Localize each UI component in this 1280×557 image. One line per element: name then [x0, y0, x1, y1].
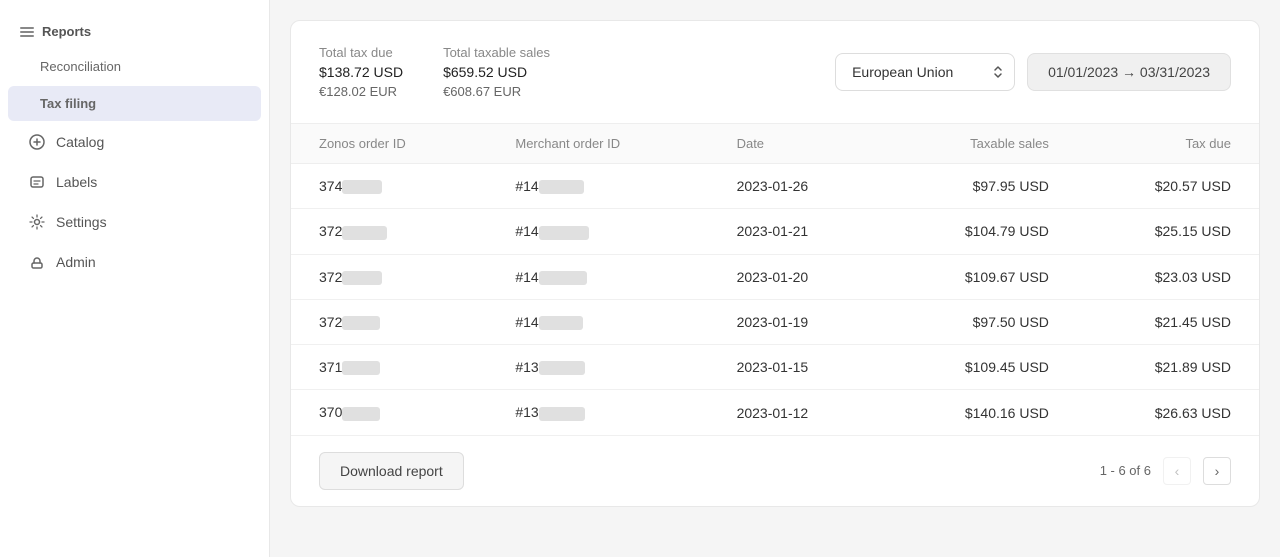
- sidebar-item-settings[interactable]: Settings: [8, 203, 261, 241]
- cell-tax-due: $26.63 USD: [1077, 390, 1259, 435]
- total-tax-due-usd: $138.72 USD: [319, 64, 403, 80]
- cell-merchant-id: #13████████: [487, 345, 708, 390]
- cell-taxable-sales: $104.79 USD: [884, 209, 1077, 254]
- sidebar-item-label: Labels: [56, 174, 97, 190]
- total-tax-due-label: Total tax due: [319, 45, 403, 60]
- cell-date: 2023-01-20: [709, 254, 885, 299]
- region-select-wrapper: European Union United States United King…: [835, 53, 1015, 91]
- orders-table-container: Zonos order ID Merchant order ID Date Ta…: [291, 123, 1259, 435]
- sidebar-section-label: Reports: [42, 24, 91, 39]
- catalog-icon: [28, 133, 46, 151]
- col-taxable-sales: Taxable sales: [884, 124, 1077, 164]
- total-taxable-sales: Total taxable sales $659.52 USD €608.67 …: [443, 45, 550, 99]
- labels-icon: [28, 173, 46, 191]
- cell-zonos-id: 372████████: [291, 254, 487, 299]
- sidebar-reports-header: Reports: [0, 16, 269, 47]
- total-taxable-sales-usd: $659.52 USD: [443, 64, 550, 80]
- table-header-row: Zonos order ID Merchant order ID Date Ta…: [291, 124, 1259, 164]
- region-select[interactable]: European Union United States United King…: [835, 53, 1015, 91]
- total-tax-due-eur: €128.02 EUR: [319, 84, 403, 99]
- download-report-button[interactable]: Download report: [319, 452, 464, 490]
- cell-taxable-sales: $109.67 USD: [884, 254, 1077, 299]
- orders-table: Zonos order ID Merchant order ID Date Ta…: [291, 123, 1259, 435]
- main-content: Total tax due $138.72 USD €128.02 EUR To…: [270, 0, 1280, 557]
- cell-taxable-sales: $97.50 USD: [884, 299, 1077, 344]
- cell-zonos-id: 370████████: [291, 390, 487, 435]
- admin-icon: [28, 253, 46, 271]
- reports-icon: [20, 27, 34, 37]
- cell-zonos-id: 374████████: [291, 164, 487, 209]
- filters: European Union United States United King…: [835, 53, 1231, 91]
- cell-taxable-sales: $140.16 USD: [884, 390, 1077, 435]
- pagination: 1 - 6 of 6 ‹ ›: [1100, 457, 1231, 485]
- cell-date: 2023-01-21: [709, 209, 885, 254]
- cell-tax-due: $25.15 USD: [1077, 209, 1259, 254]
- sidebar-item-label: Admin: [56, 254, 96, 270]
- table-row: 372████████ #14████████ 2023-01-19 $97.5…: [291, 299, 1259, 344]
- table-row: 370████████ #13████████ 2023-01-12 $140.…: [291, 390, 1259, 435]
- cell-tax-due: $20.57 USD: [1077, 164, 1259, 209]
- cell-date: 2023-01-26: [709, 164, 885, 209]
- cell-zonos-id: 371████████: [291, 345, 487, 390]
- col-date: Date: [709, 124, 885, 164]
- total-taxable-sales-eur: €608.67 EUR: [443, 84, 550, 99]
- cell-date: 2023-01-12: [709, 390, 885, 435]
- sidebar-item-label: Reconciliation: [40, 59, 121, 74]
- table-row: 374████████ #14████████ 2023-01-26 $97.9…: [291, 164, 1259, 209]
- cell-date: 2023-01-15: [709, 345, 885, 390]
- col-zonos-order-id: Zonos order ID: [291, 124, 487, 164]
- pagination-info: 1 - 6 of 6: [1100, 463, 1151, 478]
- cell-taxable-sales: $97.95 USD: [884, 164, 1077, 209]
- cell-tax-due: $21.89 USD: [1077, 345, 1259, 390]
- table-row: 372████████ #14████████ 2023-01-21 $104.…: [291, 209, 1259, 254]
- sidebar-item-admin[interactable]: Admin: [8, 243, 261, 281]
- total-tax-due: Total tax due $138.72 USD €128.02 EUR: [319, 45, 403, 99]
- sidebar-item-labels[interactable]: Labels: [8, 163, 261, 201]
- settings-icon: [28, 213, 46, 231]
- sidebar-item-label: Settings: [56, 214, 107, 230]
- sidebar-item-tax-filing[interactable]: Tax filing: [8, 86, 261, 121]
- cell-tax-due: $23.03 USD: [1077, 254, 1259, 299]
- pagination-next-button[interactable]: ›: [1203, 457, 1231, 485]
- sidebar-item-catalog[interactable]: Catalog: [8, 123, 261, 161]
- cell-date: 2023-01-19: [709, 299, 885, 344]
- sidebar: Reports Reconciliation Tax filing Catalo…: [0, 0, 270, 557]
- col-tax-due: Tax due: [1077, 124, 1259, 164]
- sidebar-item-reconciliation[interactable]: Reconciliation: [8, 49, 261, 84]
- date-range-button[interactable]: 01/01/2023 → 03/31/2023: [1027, 53, 1231, 91]
- cell-zonos-id: 372████████: [291, 299, 487, 344]
- table-footer: Download report 1 - 6 of 6 ‹ ›: [291, 435, 1259, 506]
- cell-merchant-id: #13████████: [487, 390, 708, 435]
- cell-merchant-id: #14████████: [487, 254, 708, 299]
- cell-taxable-sales: $109.45 USD: [884, 345, 1077, 390]
- sidebar-item-label: Tax filing: [40, 96, 96, 111]
- total-taxable-sales-label: Total taxable sales: [443, 45, 550, 60]
- col-merchant-order-id: Merchant order ID: [487, 124, 708, 164]
- table-row: 372████████ #14████████ 2023-01-20 $109.…: [291, 254, 1259, 299]
- cell-merchant-id: #14████████: [487, 164, 708, 209]
- pagination-prev-button[interactable]: ‹: [1163, 457, 1191, 485]
- cell-zonos-id: 372████████: [291, 209, 487, 254]
- sidebar-item-label: Catalog: [56, 134, 104, 150]
- summary-row: Total tax due $138.72 USD €128.02 EUR To…: [291, 21, 1259, 123]
- cell-tax-due: $21.45 USD: [1077, 299, 1259, 344]
- cell-merchant-id: #14████████: [487, 299, 708, 344]
- cell-merchant-id: #14████████: [487, 209, 708, 254]
- tax-filing-card: Total tax due $138.72 USD €128.02 EUR To…: [290, 20, 1260, 507]
- table-row: 371████████ #13████████ 2023-01-15 $109.…: [291, 345, 1259, 390]
